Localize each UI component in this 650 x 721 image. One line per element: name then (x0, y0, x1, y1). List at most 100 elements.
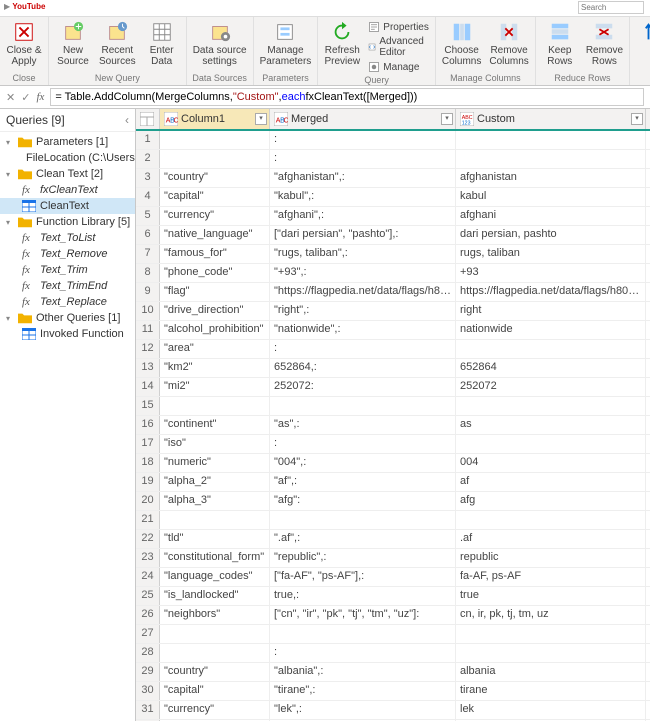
cell[interactable]: right (456, 302, 646, 320)
new-source-button[interactable]: New Source (53, 19, 93, 67)
tree-item[interactable]: fxText_TrimEnd (0, 278, 135, 294)
tree-folder[interactable]: ▾Other Queries [1] (0, 310, 135, 326)
tree-item[interactable]: fxText_Remove (0, 246, 135, 262)
cancel-icon[interactable]: ✕ (6, 91, 15, 104)
cell[interactable]: true,: (270, 587, 456, 605)
row-number[interactable]: 12 (136, 340, 160, 358)
table-row[interactable]: 26"neighbors"["cn", "ir", "pk", "tj", "t… (136, 606, 650, 625)
row-number[interactable]: 3 (136, 169, 160, 187)
cell[interactable]: "rugs, taliban",: (270, 245, 456, 263)
cell[interactable]: ["dari persian", "pashto"],: (270, 226, 456, 244)
cell[interactable]: afg (456, 492, 646, 510)
cell[interactable]: "lek",: (270, 701, 456, 719)
table-row[interactable]: 15 (136, 397, 650, 416)
cell[interactable]: ["fa-AF", "ps-AF"],: (270, 568, 456, 586)
table-row[interactable]: 7"famous_for""rugs, taliban",:rugs, tali… (136, 245, 650, 264)
row-number[interactable]: 4 (136, 188, 160, 206)
row-number[interactable]: 29 (136, 663, 160, 681)
cell[interactable] (456, 131, 646, 149)
cell[interactable]: "+93",: (270, 264, 456, 282)
table-row[interactable]: 24"language_codes"["fa-AF", "ps-AF"],:fa… (136, 568, 650, 587)
confirm-icon[interactable]: ✓ (21, 91, 30, 104)
table-row[interactable]: 19"alpha_2""af",:af (136, 473, 650, 492)
table-row[interactable]: 18"numeric""004",:004 (136, 454, 650, 473)
cell[interactable]: "alpha_3" (160, 492, 270, 510)
tree-folder[interactable]: ▾Parameters [1] (0, 134, 135, 150)
cell[interactable]: "flag" (160, 283, 270, 301)
cell[interactable]: "alcohol_prohibition" (160, 321, 270, 339)
row-number[interactable]: 17 (136, 435, 160, 453)
table-row[interactable]: 3"country""afghanistan",:afghanistan (136, 169, 650, 188)
cell[interactable]: fa-AF, ps-AF (456, 568, 646, 586)
tree-item[interactable]: Invoked Function (0, 326, 135, 342)
search-input[interactable] (578, 1, 644, 14)
cell[interactable]: "tld" (160, 530, 270, 548)
cell[interactable] (160, 150, 270, 168)
cell[interactable] (270, 625, 456, 643)
cell[interactable]: "tirane",: (270, 682, 456, 700)
row-number[interactable]: 20 (136, 492, 160, 510)
cell[interactable]: 252072: (270, 378, 456, 396)
cell[interactable]: 652864,: (270, 359, 456, 377)
row-number[interactable]: 31 (136, 701, 160, 719)
row-number[interactable]: 1 (136, 131, 160, 149)
cell[interactable]: "language_codes" (160, 568, 270, 586)
tree-item[interactable]: fxText_ToList (0, 230, 135, 246)
cell[interactable] (456, 340, 646, 358)
table-row[interactable]: 2: (136, 150, 650, 169)
cell[interactable]: as (456, 416, 646, 434)
cell[interactable]: : (270, 435, 456, 453)
table-row[interactable]: 20"alpha_3""afg":afg (136, 492, 650, 511)
cell[interactable]: "area" (160, 340, 270, 358)
cell[interactable] (160, 397, 270, 415)
close-apply-button[interactable]: Close & Apply (4, 19, 44, 67)
cell[interactable] (160, 625, 270, 643)
cell[interactable]: lek (456, 701, 646, 719)
cell[interactable]: tirane (456, 682, 646, 700)
cell[interactable]: "alpha_2" (160, 473, 270, 491)
table-row[interactable]: 29"country""albania",:albania (136, 663, 650, 682)
row-number[interactable]: 21 (136, 511, 160, 529)
remove-rows-button[interactable]: Remove Rows (584, 19, 625, 67)
cell[interactable]: "capital" (160, 682, 270, 700)
refresh-preview-button[interactable]: Refresh Preview (322, 19, 362, 67)
cell[interactable]: "famous_for" (160, 245, 270, 263)
column-header[interactable]: ABCMerged▾ (270, 109, 456, 129)
tree-item[interactable]: FileLocation (C:\Users\... (0, 150, 135, 166)
data-source-settings-button[interactable]: Data source settings (191, 19, 249, 67)
cell[interactable]: 252072 (456, 378, 646, 396)
table-row[interactable]: 12"area": (136, 340, 650, 359)
cell[interactable]: albania (456, 663, 646, 681)
cell[interactable] (160, 131, 270, 149)
cell[interactable]: dari persian, pashto (456, 226, 646, 244)
row-number[interactable]: 7 (136, 245, 160, 263)
table-row[interactable]: 25"is_landlocked"true,:true (136, 587, 650, 606)
cell[interactable]: "native_language" (160, 226, 270, 244)
cell[interactable]: "https://flagpedia.net/data/flags/h80/af… (270, 283, 456, 301)
table-row[interactable]: 11"alcohol_prohibition""nationwide",:nat… (136, 321, 650, 340)
cell[interactable] (456, 644, 646, 662)
row-number[interactable]: 26 (136, 606, 160, 624)
remove-columns-button[interactable]: Remove Columns (487, 19, 530, 67)
cell[interactable]: "nationwide",: (270, 321, 456, 339)
row-number[interactable]: 30 (136, 682, 160, 700)
row-number[interactable]: 5 (136, 207, 160, 225)
recent-sources-button[interactable]: Recent Sources (97, 19, 138, 67)
manage-button[interactable]: Manage (366, 60, 431, 74)
table-row[interactable]: 13"km2"652864,:652864 (136, 359, 650, 378)
row-number[interactable]: 10 (136, 302, 160, 320)
cell[interactable]: republic (456, 549, 646, 567)
column-filter-icon[interactable]: ▾ (441, 113, 453, 125)
cell[interactable]: "af",: (270, 473, 456, 491)
table-row[interactable]: 14"mi2"252072:252072 (136, 378, 650, 397)
cell[interactable]: "004",: (270, 454, 456, 472)
cell[interactable]: "as",: (270, 416, 456, 434)
cell[interactable]: cn, ir, pk, tj, tm, uz (456, 606, 646, 624)
cell[interactable]: "neighbors" (160, 606, 270, 624)
cell[interactable]: 652864 (456, 359, 646, 377)
cell[interactable]: "constitutional_form" (160, 549, 270, 567)
cell[interactable]: afghani (456, 207, 646, 225)
cell[interactable]: "is_landlocked" (160, 587, 270, 605)
row-number[interactable]: 28 (136, 644, 160, 662)
row-number[interactable]: 27 (136, 625, 160, 643)
